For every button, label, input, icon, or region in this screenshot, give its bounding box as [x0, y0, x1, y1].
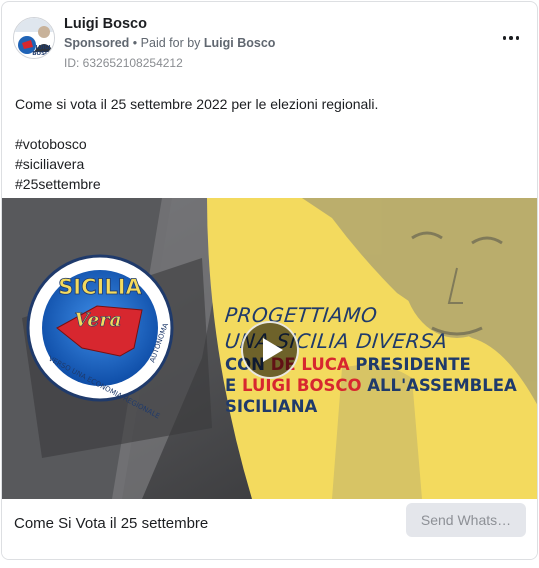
headline-line-3: SICILIANA	[225, 397, 318, 416]
avatar-text-bottom: BOSCO	[32, 51, 54, 57]
meta-separator: •	[132, 36, 138, 50]
logo-title: SICILIA	[58, 275, 142, 299]
paid-for-name: Luigi Bosco	[203, 36, 276, 50]
more-options-button[interactable]	[499, 30, 523, 46]
ad-card: LUIGI BOSCO Luigi Bosco Sponsored • Paid…	[1, 1, 538, 560]
send-whatsapp-button[interactable]: Send Whats…	[406, 503, 526, 537]
link-title[interactable]: Come Si Vota il 25 settembre	[14, 515, 208, 532]
sponsored-label: Sponsored	[64, 36, 130, 50]
hashtag-link[interactable]: #votobosco	[15, 134, 378, 154]
video-player[interactable]: SICILIA Vera VERSO UNA ECONOMIA REGIONAL…	[2, 198, 537, 499]
logo-script: Vera	[74, 309, 121, 331]
post-text-line: Come si vota il 25 settembre 2022 per le…	[15, 96, 379, 112]
page-avatar[interactable]: LUIGI BOSCO	[13, 17, 55, 59]
post-message: Come si vota il 25 settembre 2022 per le…	[15, 94, 378, 194]
post-header: LUIGI BOSCO Luigi Bosco Sponsored • Paid…	[2, 2, 537, 80]
more-horizontal-icon	[502, 36, 520, 40]
play-icon	[262, 338, 283, 362]
hashtag-link[interactable]: #25settembre	[15, 174, 378, 194]
play-button[interactable]	[241, 321, 299, 379]
hashtag-link[interactable]: #siciliavera	[15, 154, 378, 174]
link-footer: Come Si Vota il 25 settembre Send Whats…	[2, 499, 537, 559]
sponsored-line: Sponsored • Paid for by Luigi Bosco	[64, 36, 275, 50]
library-id: ID: 632652108254212	[64, 56, 183, 70]
page-name-link[interactable]: Luigi Bosco	[64, 16, 147, 32]
paid-for-prefix: Paid for by	[140, 36, 201, 50]
